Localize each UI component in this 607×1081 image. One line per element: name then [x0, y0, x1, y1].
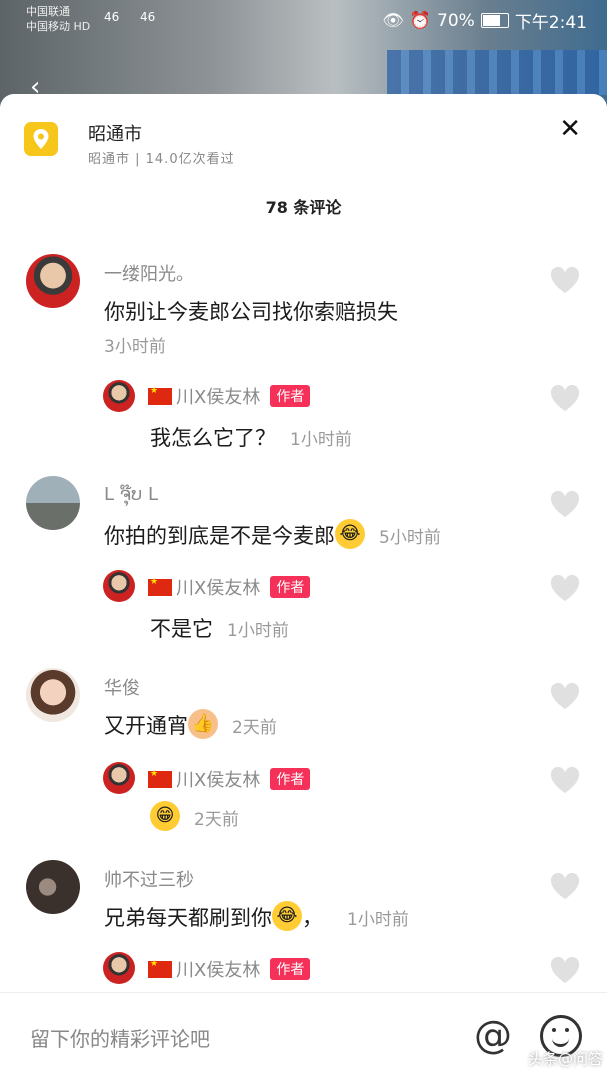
- reply-author[interactable]: 川X侯友林作者: [148, 574, 311, 600]
- comment-text-content: 兄弟每天都刷到你: [104, 906, 272, 930]
- grinning-emoji-icon: 😁: [150, 801, 180, 831]
- signal-2: 46: [140, 10, 156, 24]
- reply-time: 1小时前: [290, 430, 352, 450]
- signal-1: 46: [104, 10, 120, 24]
- clock: 下午2:41: [514, 13, 587, 33]
- reply-author-name: 川X侯友林: [176, 387, 261, 408]
- like-heart-icon[interactable]: [549, 872, 581, 900]
- comment-author[interactable]: 帅不过三秒: [104, 866, 194, 892]
- china-flag-icon: [148, 386, 172, 405]
- comment-time: 5小时前: [379, 528, 441, 548]
- reply-avatar[interactable]: [103, 380, 135, 412]
- laughing-crying-emoji-icon: 😂: [335, 519, 365, 549]
- laughing-crying-emoji-icon: 😂: [272, 901, 302, 931]
- reply-author-name: 川X侯友林: [176, 960, 261, 981]
- reply-author[interactable]: 川X侯友林作者: [148, 383, 311, 409]
- reply-avatar[interactable]: [103, 762, 135, 794]
- author-badge: 作者: [270, 768, 311, 790]
- close-icon[interactable]: ✕: [559, 114, 581, 144]
- comment-time: 1小时前: [347, 910, 409, 930]
- battery-icon: [480, 13, 509, 28]
- reply-time: 2天前: [194, 810, 239, 830]
- like-heart-icon[interactable]: [549, 766, 581, 794]
- reply-time: 1小时前: [227, 621, 289, 641]
- reply-avatar[interactable]: [103, 952, 135, 984]
- reply-text: 我怎么它了？ 1小时前: [150, 422, 352, 452]
- battery-percent: 70%: [437, 10, 475, 31]
- comment-time: 2天前: [232, 718, 277, 738]
- like-heart-icon[interactable]: [549, 384, 581, 412]
- china-flag-icon: [148, 577, 172, 596]
- avatar[interactable]: [26, 668, 80, 722]
- avatar[interactable]: [26, 254, 80, 308]
- watermark: 头条@问答: [527, 1050, 603, 1068]
- like-heart-icon[interactable]: [549, 956, 581, 984]
- reply-text: 不是它 1小时前: [150, 613, 289, 643]
- location-subtitle: 昭通市 | 14.0亿次看过: [88, 152, 235, 167]
- reply-author-name: 川X侯友林: [176, 578, 261, 599]
- comment-author[interactable]: 华俊: [104, 674, 140, 700]
- thumbs-up-emoji-icon: 👍: [188, 709, 218, 739]
- comment-text-content: 你拍的到底是不是今麦郎: [104, 524, 335, 548]
- like-heart-icon[interactable]: [549, 682, 581, 710]
- comment-count: 78 条评论: [265, 198, 342, 217]
- comment-text: 又开通宵 👍 2天前: [104, 709, 277, 742]
- background-shelf: [387, 50, 607, 95]
- reply-text: 😁 2天前: [150, 801, 239, 834]
- comment-text-content: 又开通宵: [104, 714, 188, 738]
- comment-time: 3小时前: [104, 337, 166, 357]
- china-flag-icon: [148, 959, 172, 978]
- reply-author[interactable]: 川X侯友林作者: [148, 766, 311, 792]
- comment-text: 你别让今麦郎公司找你索赔损失: [104, 300, 398, 324]
- carrier-2: 中国移动 HD: [26, 20, 91, 33]
- china-flag-icon: [148, 769, 172, 788]
- reply-avatar[interactable]: [103, 570, 135, 602]
- avatar[interactable]: [26, 476, 80, 530]
- comment-input-bar: 留下你的精彩评论吧 @: [0, 992, 607, 1081]
- comment-input[interactable]: 留下你的精彩评论吧: [30, 1023, 210, 1052]
- reply-author[interactable]: 川X侯友林作者: [148, 956, 311, 982]
- comment-text-suffix: ，: [302, 906, 323, 930]
- avatar[interactable]: [26, 860, 80, 914]
- eye-icon: 👁: [382, 10, 404, 31]
- location-pin-icon: [24, 122, 58, 156]
- carrier-info: 中国联通 中国移动 HD: [26, 4, 90, 34]
- comment-author[interactable]: L ຈຸ໊ບ L: [104, 484, 158, 505]
- status-bar: 中国联通 中国移动 HD 46 46 👁 ⏰ 70% 下午2:41: [0, 0, 607, 40]
- comment-text: 兄弟每天都刷到你 😂， 1小时前: [104, 901, 409, 934]
- comment-author[interactable]: 一缕阳光。: [104, 260, 194, 286]
- like-heart-icon[interactable]: [549, 574, 581, 602]
- author-badge: 作者: [270, 958, 311, 980]
- at-mention-icon[interactable]: @: [474, 1013, 512, 1057]
- carrier-1: 中国联通: [26, 5, 70, 18]
- like-heart-icon[interactable]: [549, 266, 581, 294]
- author-badge: 作者: [270, 385, 311, 407]
- status-right: 👁 ⏰ 70% 下午2:41: [382, 8, 587, 34]
- reply-text-content: 不是它: [150, 617, 213, 641]
- like-heart-icon[interactable]: [549, 490, 581, 518]
- author-badge: 作者: [270, 576, 311, 598]
- alarm-icon: ⏰: [409, 10, 432, 31]
- comment-text: 你拍的到底是不是今麦郎 😂 5小时前: [104, 519, 441, 552]
- location-title[interactable]: 昭通市: [88, 120, 142, 146]
- reply-author-name: 川X侯友林: [176, 770, 261, 791]
- reply-text-content: 我怎么它了？: [150, 426, 276, 450]
